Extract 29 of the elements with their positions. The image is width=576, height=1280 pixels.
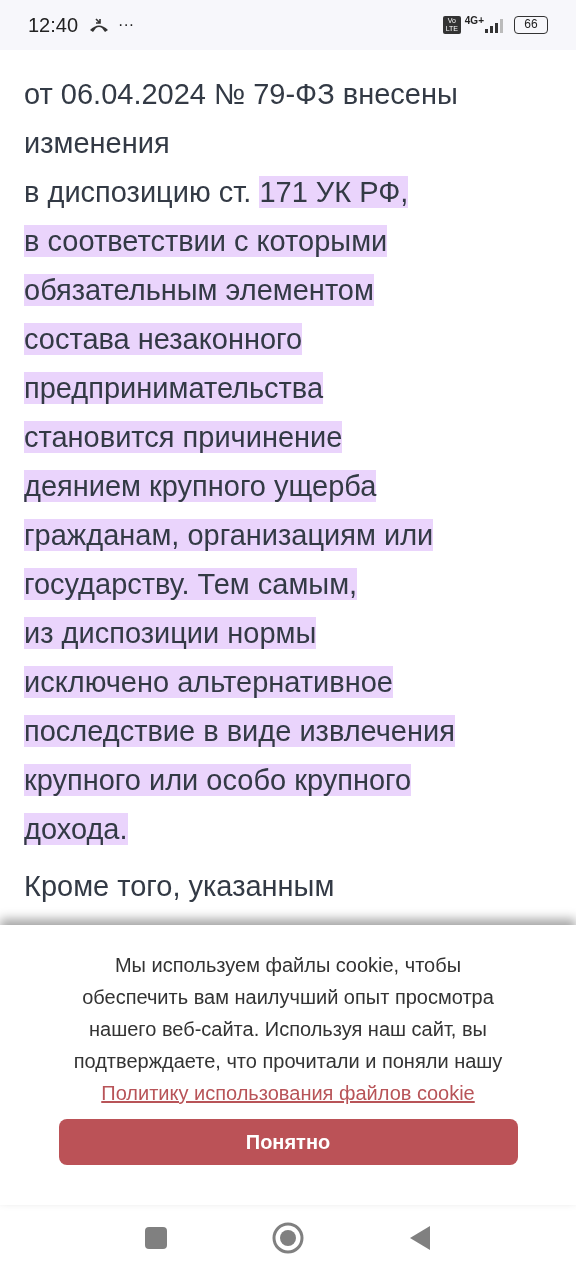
article-text: Кроме того, указанным [24,870,335,902]
highlighted-text: состава незаконного [24,323,303,355]
highlighted-text: становится причинение [24,421,343,453]
battery-indicator: 66 [514,16,548,34]
article-text: от 06.04.2024 № 79-ФЗ внесены [24,78,458,110]
recents-icon[interactable] [145,1226,167,1249]
highlighted-text: государству. Тем самым, [24,568,358,600]
highlighted-text: последствие в виде извлечения [24,715,455,747]
article-text: в диспозицию ст. [24,176,253,208]
highlighted-text: в соответствии с которыми [24,225,388,257]
highlighted-text: деянием крупного ущерба [24,470,377,502]
signal-icon [484,17,506,33]
home-icon[interactable] [272,1221,304,1254]
highlighted-text: 171 УК РФ, [259,176,409,208]
back-icon[interactable] [409,1224,431,1251]
cookie-policy-link[interactable]: Политику использования файлов cookie [101,1082,475,1104]
cookie-notice: Мы используем файлы cookie, чтобы обеспечить вам наилучший опыт просмотра нашего веб-сайта. Используя наш сайт, вы подтверждаете, что прочитали и поняли нашу Политику использования файлов cookie [73,953,503,1106]
highlighted-text: гражданам, организациям или [24,519,434,551]
article-text: изменения [24,127,170,159]
accept-button[interactable]: Понятно [58,1119,518,1165]
highlighted-text: исключено альтернативное [24,666,393,698]
highlighted-text: предпринимательства [24,372,324,404]
more-notifications: ··· [118,15,135,35]
highlighted-text: обязательным элементом [24,274,374,306]
highlighted-text: крупного или особо крупного [24,764,412,796]
highlighted-text: из диспозиции нормы [24,617,317,649]
highlighted-text: дохода. [24,813,128,845]
network-type: 4G+ [464,14,484,28]
status-time: 12:40 [28,13,79,38]
